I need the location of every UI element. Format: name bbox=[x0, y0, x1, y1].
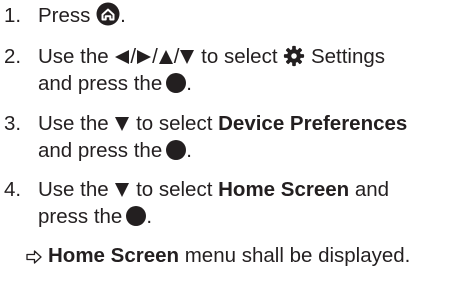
gear-icon bbox=[284, 45, 305, 67]
up-arrow-icon bbox=[158, 50, 173, 64]
right-arrow-icon bbox=[137, 50, 152, 64]
step-mid: to select bbox=[136, 112, 213, 135]
down-arrow-icon bbox=[115, 183, 130, 197]
step-tail: . bbox=[120, 4, 126, 27]
step-text: Press . bbox=[38, 2, 466, 29]
home-button-icon bbox=[96, 2, 120, 26]
step-line-2: and press the. bbox=[38, 137, 466, 164]
step-number: 4. bbox=[4, 178, 22, 201]
result-line: Home Screen menu shall be displayed. bbox=[26, 242, 410, 269]
step-number: 3. bbox=[4, 112, 22, 135]
step-text: Use the to select Home Screen and press … bbox=[38, 176, 466, 230]
menu-item-name: Device Preferences bbox=[218, 112, 408, 135]
result-menu-name: Home Screen bbox=[48, 244, 180, 267]
step-text: Use the to select Device Preferences and… bbox=[38, 110, 466, 164]
step-mid: to select bbox=[201, 45, 278, 68]
ok-button-icon bbox=[166, 140, 187, 160]
step-line-2: and press the. bbox=[38, 70, 466, 97]
step-after-bold: and bbox=[354, 178, 390, 201]
result-text: menu shall be displayed. bbox=[184, 244, 411, 267]
step-line2-lead: and press the bbox=[38, 72, 163, 95]
step-line2-tail: . bbox=[186, 139, 192, 162]
step-lead: Use the bbox=[38, 178, 109, 201]
step-line2-lead: and press the bbox=[38, 139, 163, 162]
down-arrow-icon bbox=[180, 50, 195, 64]
down-arrow-icon bbox=[115, 117, 130, 131]
step-line-2: press the. bbox=[38, 203, 466, 230]
left-arrow-icon bbox=[115, 50, 130, 64]
step-lead: Use the bbox=[38, 45, 109, 68]
step-lead: Use the bbox=[38, 112, 109, 135]
step-lead: Press bbox=[38, 4, 91, 27]
step-number: 1. bbox=[4, 4, 22, 27]
ok-button-icon bbox=[166, 73, 187, 93]
step-text: Use the / / / to select Settings and press… bbox=[38, 43, 466, 97]
result-arrow-icon bbox=[26, 250, 42, 264]
step-line2-tail: . bbox=[186, 72, 192, 95]
direction-arrows: / / / bbox=[114, 45, 195, 68]
settings-label: Settings bbox=[310, 45, 386, 68]
step-line2-lead: press the bbox=[38, 205, 123, 228]
menu-item-name: Home Screen bbox=[218, 178, 350, 201]
step-mid: to select bbox=[136, 178, 213, 201]
step-line2-tail: . bbox=[146, 205, 153, 228]
step-number: 2. bbox=[4, 45, 22, 68]
ok-button-icon bbox=[126, 206, 147, 226]
